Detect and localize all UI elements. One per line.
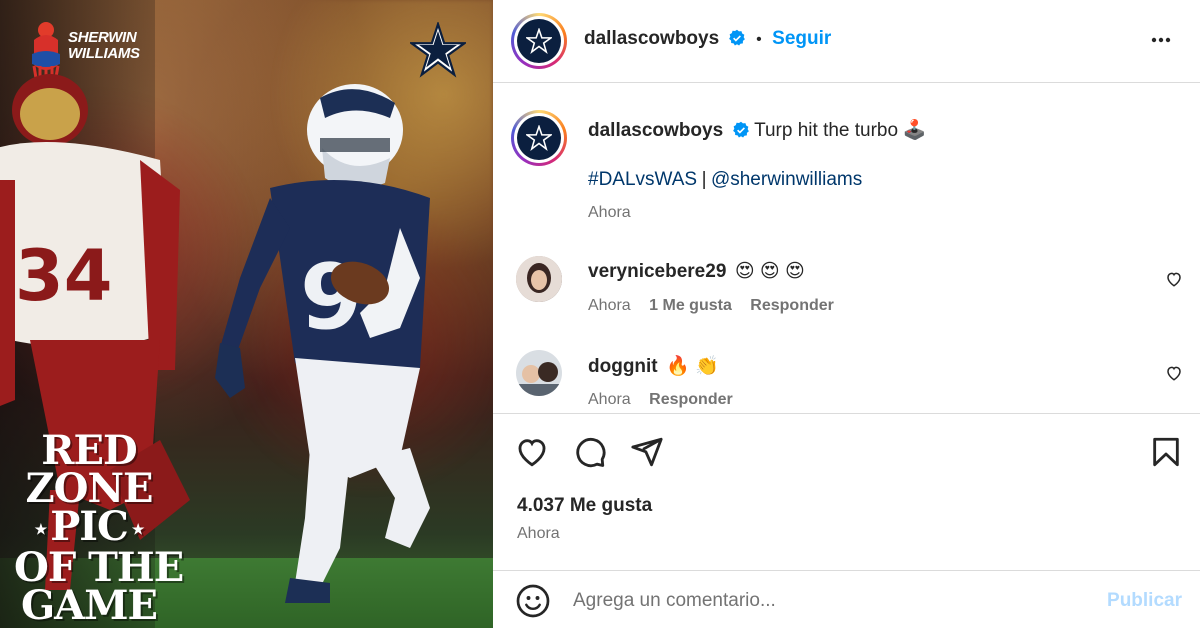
verified-badge-icon bbox=[728, 29, 745, 46]
header-username[interactable]: dallascowboys bbox=[584, 28, 719, 49]
like-heart-icon[interactable] bbox=[515, 435, 549, 469]
cowboys-star-icon bbox=[410, 22, 466, 78]
sponsor-wordmark: SHERWIN WILLIAMS bbox=[68, 30, 140, 62]
verified-badge-icon bbox=[732, 121, 749, 138]
comment-bubble-icon[interactable] bbox=[573, 435, 607, 469]
publish-button[interactable]: Publicar bbox=[1107, 590, 1182, 612]
comments-list[interactable]: dallascowboys Turp hit the turbo 🕹️ #DAL… bbox=[493, 84, 1200, 414]
comment-like-count[interactable]: 1 Me gusta bbox=[649, 297, 732, 314]
comment-avatar[interactable] bbox=[516, 350, 562, 396]
post-actions: 4.037 Me gusta Ahora bbox=[493, 415, 1200, 570]
cowboys-star-icon bbox=[526, 28, 552, 54]
joystick-emoji-icon: 🕹️ bbox=[902, 120, 927, 141]
post-time: Ahora bbox=[517, 525, 560, 542]
follow-button[interactable]: Seguir bbox=[772, 28, 831, 49]
like-comment-heart-icon[interactable] bbox=[1165, 364, 1183, 382]
more-options-icon[interactable] bbox=[1148, 28, 1174, 52]
caption-author-avatar[interactable] bbox=[511, 110, 567, 166]
comment-time: Ahora bbox=[588, 391, 631, 408]
caption-tags: #DALvsWAS | @sherwinwilliams bbox=[588, 169, 862, 191]
promo-star-left-icon: ★ bbox=[34, 522, 48, 538]
like-count[interactable]: 4.037 Me gusta bbox=[517, 495, 652, 517]
caption-username[interactable]: dallascowboys bbox=[588, 120, 723, 141]
promo-line-5: GAME bbox=[21, 582, 158, 628]
caption-text: Turp hit the turbo bbox=[754, 120, 899, 141]
comment-input[interactable] bbox=[573, 583, 1073, 619]
comment-text: 🔥 👏 bbox=[666, 356, 719, 377]
like-comment-heart-icon[interactable] bbox=[1165, 270, 1183, 288]
person-photo-icon bbox=[516, 256, 562, 302]
save-bookmark-icon[interactable] bbox=[1149, 435, 1183, 469]
post-detail-panel: dallascowboys • Seguir dallascowboys Tur… bbox=[493, 0, 1200, 628]
post-image[interactable]: SHERWIN WILLIAMS 34 9 RED ZONE ★ PIC ★ O… bbox=[0, 0, 493, 628]
comment-meta: Ahora Responder bbox=[588, 391, 747, 409]
comment-line: verynicebere29 😍 😍 😍 bbox=[588, 260, 805, 283]
reply-button[interactable]: Responder bbox=[750, 297, 834, 314]
promo-line-3-row: ★ PIC ★ bbox=[14, 507, 164, 549]
person-photo-icon bbox=[516, 350, 562, 396]
red-zone-promo-title: RED ZONE ★ PIC ★ OF THE GAME bbox=[14, 431, 184, 628]
comment-text: 😍 😍 😍 bbox=[734, 261, 805, 282]
emoji-smiley-icon[interactable] bbox=[515, 583, 551, 619]
add-comment-bar: Publicar bbox=[493, 570, 1200, 628]
sponsor-line-1: SHERWIN bbox=[68, 29, 137, 46]
cowboys-player-figure: 9 bbox=[215, 84, 430, 603]
comment-username[interactable]: verynicebere29 bbox=[588, 261, 726, 282]
promo-line-3: PIC bbox=[50, 503, 129, 550]
post-header: dallascowboys • Seguir bbox=[493, 0, 1200, 83]
header-separator: • bbox=[756, 31, 762, 48]
share-paper-plane-icon[interactable] bbox=[630, 435, 664, 469]
caption-time: Ahora bbox=[588, 204, 631, 221]
defender-jersey-number: 34 bbox=[15, 235, 112, 317]
comment-meta: Ahora 1 Me gusta Responder bbox=[588, 297, 848, 315]
header-user-line: dallascowboys • Seguir bbox=[584, 28, 831, 50]
mention-link[interactable]: @sherwinwilliams bbox=[711, 169, 862, 190]
sponsor-line-2: WILLIAMS bbox=[68, 45, 140, 62]
comment-avatar[interactable] bbox=[516, 256, 562, 302]
comment-username[interactable]: doggnit bbox=[588, 356, 658, 377]
author-avatar[interactable] bbox=[511, 13, 567, 69]
tag-separator: | bbox=[701, 169, 707, 190]
comment-line: doggnit 🔥 👏 bbox=[588, 354, 719, 378]
hashtag-link[interactable]: #DALvsWAS bbox=[588, 169, 697, 190]
caption-line: dallascowboys Turp hit the turbo 🕹️ bbox=[588, 118, 926, 142]
promo-star-right-icon: ★ bbox=[131, 522, 145, 538]
cowboys-star-icon bbox=[526, 125, 552, 151]
reply-button[interactable]: Responder bbox=[649, 391, 733, 408]
comment-time: Ahora bbox=[588, 297, 631, 314]
